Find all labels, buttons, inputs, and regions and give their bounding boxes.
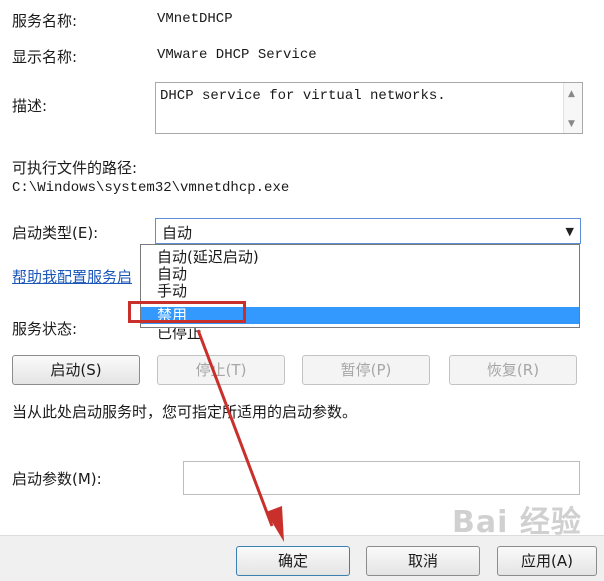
annotation-arrow [196, 329, 284, 542]
